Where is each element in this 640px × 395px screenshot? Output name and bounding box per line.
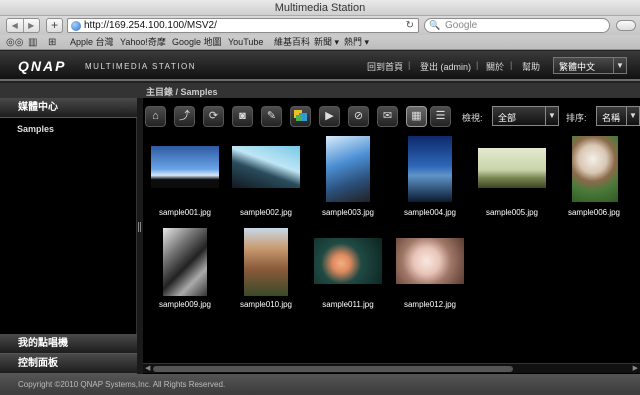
thumbnail-filename: sample004.jpg <box>403 208 457 217</box>
thumbnail-filename: sample006.jpg <box>567 208 621 217</box>
scroll-right-icon[interactable]: ▶ <box>633 364 638 374</box>
help-link[interactable]: 幫助 <box>522 60 540 73</box>
main-content: ⌂ ⤴ ⟳ ◙ ✎ ▶ ⊘ ✉ ▦ ☰ 檢視: 全部 ▼ 排序: 名稱 ▼ sa… <box>143 98 640 374</box>
photo-thumbnail[interactable] <box>232 146 300 188</box>
home-link[interactable]: 回到首頁 <box>367 60 403 73</box>
bookmark-popular[interactable]: 熱門 ▾ <box>344 35 369 50</box>
photo-thumbnail[interactable] <box>408 136 452 202</box>
thumbnail-filename: sample012.jpg <box>403 300 457 309</box>
thumbnail-filename: sample005.jpg <box>485 208 539 217</box>
back-button[interactable]: ◀ <box>7 19 23 32</box>
photo-thumbnail[interactable] <box>163 228 207 296</box>
view-value: 全部 <box>498 113 517 123</box>
rotate-icon[interactable]: ⟳ <box>203 106 224 127</box>
share-icon[interactable]: ⊘ <box>348 106 369 127</box>
sidebar-header-my-jukebox[interactable]: 我的點唱機 <box>0 334 137 354</box>
breadcrumb[interactable]: 主目錄 / Samples <box>146 85 218 98</box>
header-divider: | <box>510 60 513 70</box>
app-name: Multimedia Station <box>85 62 197 71</box>
address-bar[interactable]: http://169.254.100.100/MSV2/ ↻ <box>67 18 419 33</box>
bookmark-news[interactable]: 新聞 ▾ <box>314 35 339 50</box>
photo-thumbnail[interactable] <box>314 238 382 284</box>
photo-thumbnail[interactable] <box>396 238 464 284</box>
bookmark-apple[interactable]: Apple 台灣 <box>70 35 114 50</box>
photo-thumbnail[interactable] <box>151 146 219 188</box>
qnap-logo: QNAP <box>18 58 67 74</box>
new-tab-button[interactable]: + <box>46 18 63 33</box>
search-icon: 🔍 <box>429 20 441 30</box>
thumbnail-filename: sample010.jpg <box>239 300 293 309</box>
browser-toolbar: ◀ ▶ + http://169.254.100.100/MSV2/ ↻ 🔍 <box>0 16 640 35</box>
view-label: 檢視: <box>462 113 483 123</box>
bookmarks-bar: ◎◎ ▥ ⊞ Apple 台灣 Yahoo!奇摩 Google 地圖 YouTu… <box>0 35 640 50</box>
logout-link[interactable]: 登出 (admin) <box>420 60 471 73</box>
chevron-down-icon: ▼ <box>626 107 639 125</box>
mail-icon[interactable]: ✉ <box>377 106 398 127</box>
photo-thumbnail[interactable] <box>478 148 546 188</box>
edit-icon[interactable]: ✎ <box>261 106 282 127</box>
thumbnail-view-icon[interactable]: ▦ <box>406 106 427 127</box>
photo-thumbnail[interactable] <box>326 136 370 202</box>
camera-icon[interactable]: ◙ <box>232 106 253 127</box>
back-forward-buttons: ◀ ▶ <box>6 18 40 33</box>
window-title: Multimedia Station <box>0 0 640 16</box>
search-field[interactable]: 🔍 <box>424 18 610 33</box>
globe-icon <box>71 21 81 31</box>
thumbnail-filename: sample002.jpg <box>239 208 293 217</box>
list-view-icon[interactable]: ☰ <box>430 106 451 127</box>
language-value: 繁體中文 <box>559 62 596 72</box>
thumbnail-filename: sample001.jpg <box>158 208 212 217</box>
color-icon[interactable] <box>290 106 311 127</box>
bookmark-google-maps[interactable]: Google 地圖 <box>172 35 222 50</box>
app-header: QNAP Multimedia Station 回到首頁 | 登出 (admin… <box>0 51 640 81</box>
bookmark-youtube[interactable]: YouTube <box>228 35 263 50</box>
bookmark-yahoo[interactable]: Yahoo!奇摩 <box>120 35 166 50</box>
sidebar-header-control-panel[interactable]: 控制面板 <box>0 354 137 374</box>
sort-select[interactable]: 名稱 ▼ <box>596 106 640 126</box>
header-divider: | <box>408 60 411 70</box>
reload-icon[interactable]: ↻ <box>406 19 414 32</box>
upload-icon[interactable]: ⤴ <box>174 106 195 127</box>
thumbnail-filename: sample003.jpg <box>321 208 375 217</box>
sidebar: 媒體中心 Samples 我的點唱機 控制面板 <box>0 98 137 374</box>
breadcrumb-bar: 主目錄 / Samples <box>0 83 640 98</box>
footer-copyright: Copyright ©2010 QNAP Systems,Inc. All Ri… <box>0 374 640 395</box>
home-icon[interactable]: ⌂ <box>145 106 166 127</box>
bookmark-wikipedia[interactable]: 維基百科 <box>274 35 310 50</box>
folder-samples[interactable]: Samples <box>17 124 54 134</box>
play-icon[interactable]: ▶ <box>319 106 340 127</box>
chevron-down-icon: ▼ <box>613 58 626 73</box>
search-input[interactable] <box>445 20 595 31</box>
language-select[interactable]: 繁體中文 ▼ <box>553 57 627 74</box>
grip-icon <box>138 222 141 232</box>
thumbnail-filename: sample009.jpg <box>158 300 212 309</box>
reading-list-icon[interactable]: ◎◎ <box>6 35 23 50</box>
scroll-left-icon[interactable]: ◀ <box>145 364 150 374</box>
sort-value: 名稱 <box>602 113 621 123</box>
about-link[interactable]: 關於 <box>486 60 504 73</box>
chevron-down-icon: ▼ <box>545 107 558 125</box>
header-divider: | <box>476 60 479 70</box>
color-swatch-icon <box>294 110 307 121</box>
toolbar-toggle-button[interactable] <box>616 20 636 31</box>
thumbnail-filename: sample011.jpg <box>322 300 374 309</box>
horizontal-scrollbar[interactable]: ◀ ▶ <box>143 363 640 373</box>
photo-thumbnail[interactable] <box>572 136 618 202</box>
scrollbar-thumb[interactable] <box>153 366 513 372</box>
sort-label: 排序: <box>566 113 587 123</box>
url-text[interactable]: http://169.254.100.100/MSV2/ <box>84 19 217 32</box>
bookmarks-book-icon[interactable]: ▥ <box>28 35 37 50</box>
grid-icon[interactable]: ⊞ <box>48 35 56 50</box>
view-select[interactable]: 全部 ▼ <box>492 106 559 126</box>
sidebar-header-media-center[interactable]: 媒體中心 <box>0 98 137 118</box>
photo-thumbnail[interactable] <box>244 228 288 296</box>
forward-button[interactable]: ▶ <box>22 19 40 32</box>
